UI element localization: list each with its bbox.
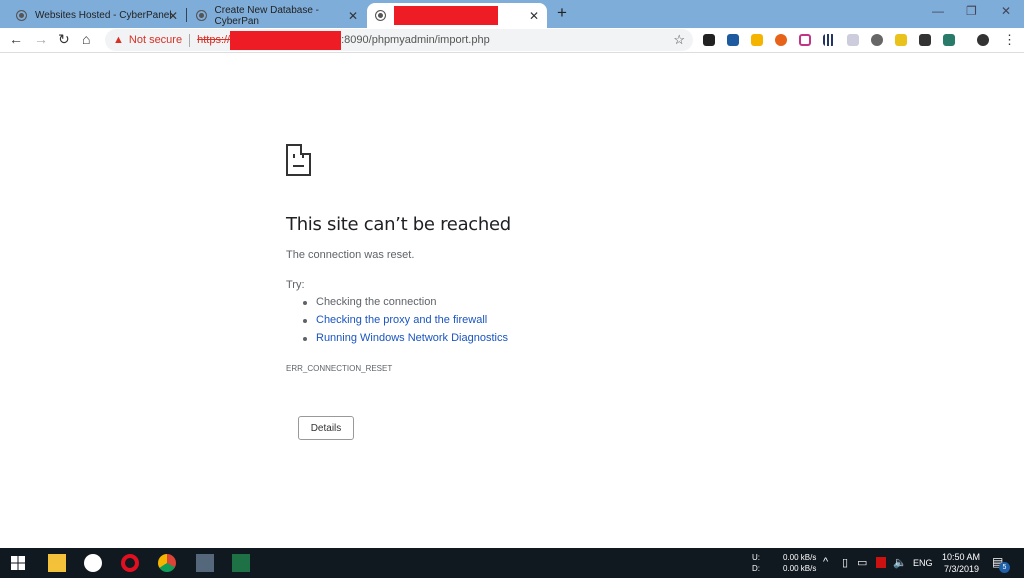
sq-extension-icon[interactable] [775, 34, 787, 46]
error-code: ERR_CONNECTION_RESET [286, 364, 393, 373]
new-tab-button[interactable]: + [557, 3, 567, 23]
url-scheme: https:// [197, 34, 231, 46]
toolbar: ← → ↻ ⌂ ▲ Not secure https:// :8090/phpm… [0, 28, 1024, 53]
close-tab-icon[interactable]: ✕ [168, 9, 178, 23]
ubuntu-icon[interactable] [84, 554, 102, 572]
tab-websites-hosted[interactable]: Websites Hosted - CyberPanel ✕ [8, 3, 186, 28]
page-title: This site can’t be reached [286, 214, 511, 235]
network-icon[interactable]: ▭ [857, 556, 867, 569]
close-tab-icon[interactable]: ✕ [529, 9, 539, 23]
download-label: D: [752, 564, 760, 573]
download-speed: 0.00 kB/s [783, 564, 817, 573]
redacted-host [230, 30, 342, 50]
security-label[interactable]: Not secure [129, 34, 182, 46]
tab-active[interactable]: ✕ [367, 3, 547, 28]
menu-kebab-icon[interactable]: ⋮ [1003, 32, 1016, 48]
close-window-button[interactable]: ✕ [1001, 4, 1011, 18]
suggestion-network-diagnostics-link[interactable]: Running Windows Network Diagnostics [303, 332, 508, 350]
globe-icon [375, 10, 386, 21]
bolt-extension-icon[interactable] [871, 34, 883, 46]
notification-count-badge: 5 [999, 562, 1010, 573]
shield-extension-icon[interactable] [943, 34, 955, 46]
home-button[interactable]: ⌂ [82, 31, 90, 47]
suggestions-list: Checking the connection Checking the pro… [303, 296, 508, 350]
restore-button[interactable]: ❐ [966, 4, 977, 18]
opera-icon[interactable] [121, 554, 139, 572]
tab-title: Create New Database - CyberPan [214, 4, 320, 27]
tab-strip: Websites Hosted - CyberPanel ✕ Create New… [0, 0, 1024, 28]
globe-icon [16, 10, 27, 21]
reload-button[interactable]: ↻ [58, 31, 70, 48]
close-tab-icon[interactable]: ✕ [348, 9, 358, 23]
clock-time[interactable]: 10:50 AM [942, 552, 980, 562]
tab-divider [186, 8, 187, 22]
instagram-extension-icon[interactable] [799, 34, 811, 46]
file-explorer-icon[interactable] [48, 554, 66, 572]
error-page: This site can’t be reached The connectio… [0, 53, 1024, 548]
excel-icon[interactable] [232, 554, 250, 572]
clock-date[interactable]: 7/3/2019 [944, 564, 979, 574]
start-button[interactable] [11, 556, 25, 570]
details-button[interactable]: Details [298, 416, 354, 440]
address-bar[interactable]: ▲ Not secure https:// :8090/phpmyadmin/i… [105, 29, 693, 51]
try-label: Try: [286, 279, 305, 291]
colorzilla-extension-icon[interactable] [751, 34, 763, 46]
usb-icon[interactable]: ▯ [842, 556, 848, 569]
bulb-extension-icon[interactable] [919, 34, 931, 46]
chrome-icon[interactable] [158, 554, 176, 572]
volume-icon[interactable]: 🔈 [893, 556, 907, 569]
upload-label: U: [752, 553, 760, 562]
tab-create-database[interactable]: Create New Database - CyberPan ✕ [188, 3, 366, 28]
toolbox-extension-icon[interactable] [727, 34, 739, 46]
git-extension-icon[interactable] [847, 34, 859, 46]
url-path: :8090/phpmyadmin/import.php [341, 34, 490, 46]
taskbar: U: D: 0.00 kB/s 0.00 kB/s ^ ▯ ▭ 🔈 ENG 10… [0, 548, 1024, 578]
minimize-button[interactable]: — [932, 4, 944, 18]
language-indicator[interactable]: ENG [913, 558, 933, 568]
sad-page-icon [286, 144, 311, 176]
error-message: The connection was reset. [286, 249, 415, 261]
app-icon[interactable] [196, 554, 214, 572]
forward-button[interactable]: → [34, 31, 48, 47]
warning-icon: ▲ [113, 34, 124, 46]
upload-speed: 0.00 kB/s [783, 553, 817, 562]
ghostery-extension-icon[interactable] [703, 34, 715, 46]
redacted-title [394, 6, 498, 25]
globe-icon [196, 10, 207, 21]
back-button[interactable]: ← [9, 31, 23, 47]
app-tray-icon[interactable] [876, 557, 886, 568]
bookmark-star-icon[interactable]: ☆ [673, 32, 685, 48]
show-hidden-icons-chevron-icon[interactable]: ^ [823, 556, 828, 568]
suggestion-proxy-firewall-link[interactable]: Checking the proxy and the firewall [303, 314, 508, 332]
vimeo-extension-icon[interactable] [895, 34, 907, 46]
profile-avatar[interactable] [977, 34, 989, 46]
suggestion-check-connection: Checking the connection [303, 296, 508, 314]
tab-title: Websites Hosted - CyberPanel [35, 10, 172, 21]
divider [189, 33, 191, 47]
equalizer-extension-icon[interactable] [823, 34, 835, 46]
